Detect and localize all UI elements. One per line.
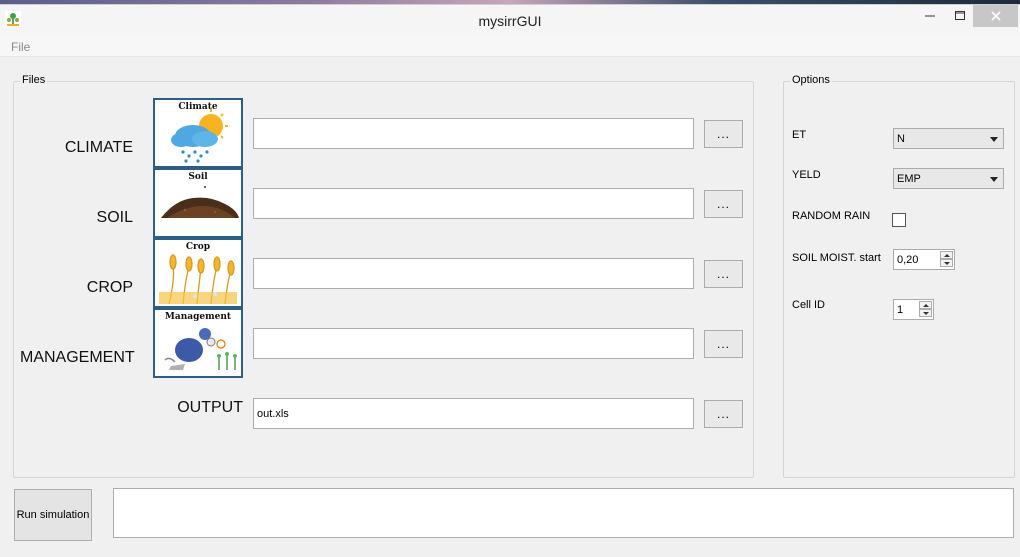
arrow-down-icon [922,311,929,315]
soil-path-input[interactable] [253,188,694,219]
crop-browse-button[interactable]: ... [704,260,743,288]
title-bar: mysirrGUI [0,5,1020,36]
climate-label: CLIMATE [64,139,133,156]
chevron-down-icon [990,177,998,182]
spin-up-button[interactable] [940,251,953,259]
window-title: mysirrGUI [478,13,542,29]
options-group-title: Options [790,74,832,86]
arrow-up-icon [943,253,950,257]
soil-moist-label: SOIL MOIST. start [792,252,881,264]
menu-bar: File [0,36,1020,57]
management-thumbnail: Management [153,308,243,378]
climate-browse-button[interactable]: ... [704,120,743,148]
crop-thumbnail: Crop [153,238,243,308]
app-window: mysirrGUI File Files CLIMATE Climate ...… [0,4,1020,557]
cell-id-value: 1 [897,304,904,316]
random-rain-checkbox[interactable] [892,213,906,227]
et-select-value: N [897,133,905,145]
management-label: MANAGEMENT [20,349,135,366]
climate-thumbnail: Climate [153,98,243,168]
menu-file[interactable]: File [11,40,30,54]
yeld-select-value: EMP [897,173,921,185]
yeld-select[interactable]: EMP [893,168,1004,189]
run-simulation-button[interactable]: Run simulation [14,489,92,541]
random-rain-label: RANDOM RAIN [792,210,871,222]
arrow-up-icon [922,303,929,307]
close-icon [990,11,1001,21]
management-path-input[interactable] [253,328,694,359]
cell-id-label: Cell ID [792,299,826,311]
crop-label: CROP [86,279,133,296]
output-log-box[interactable] [113,488,1014,538]
chevron-down-icon [990,137,998,142]
soil-label: SOIL [96,209,133,226]
output-label: OUTPUT [177,399,243,416]
soil-moist-spinbox[interactable]: 0,20 [893,249,955,270]
yeld-label: YELD [792,169,821,181]
minimize-button[interactable] [915,5,945,27]
management-browse-button[interactable]: ... [704,330,743,358]
close-button[interactable] [973,5,1018,27]
soil-thumbnail: Soil [153,168,243,238]
output-browse-button[interactable]: ... [704,400,743,428]
et-label: ET [792,129,807,141]
spin-down-button[interactable] [940,259,953,267]
maximize-button[interactable] [945,5,975,27]
output-path-input[interactable] [253,398,694,429]
et-select[interactable]: N [893,128,1004,149]
minimize-icon [925,15,935,17]
management-thumbnail-title: Management [164,312,232,322]
cell-id-spinbox[interactable]: 1 [893,299,934,320]
crop-path-input[interactable] [253,258,694,289]
climate-thumbnail-title: Climate [178,102,218,112]
spin-down-button[interactable] [919,309,932,317]
crop-thumbnail-title: Crop [185,242,211,252]
maximize-icon [955,11,965,20]
files-group-title: Files [20,74,48,86]
spin-up-button[interactable] [919,301,932,309]
soil-moist-value: 0,20 [897,254,919,266]
arrow-down-icon [943,261,950,265]
soil-thumbnail-title: Soil [188,172,208,182]
climate-path-input[interactable] [253,118,694,149]
soil-browse-button[interactable]: ... [704,190,743,218]
